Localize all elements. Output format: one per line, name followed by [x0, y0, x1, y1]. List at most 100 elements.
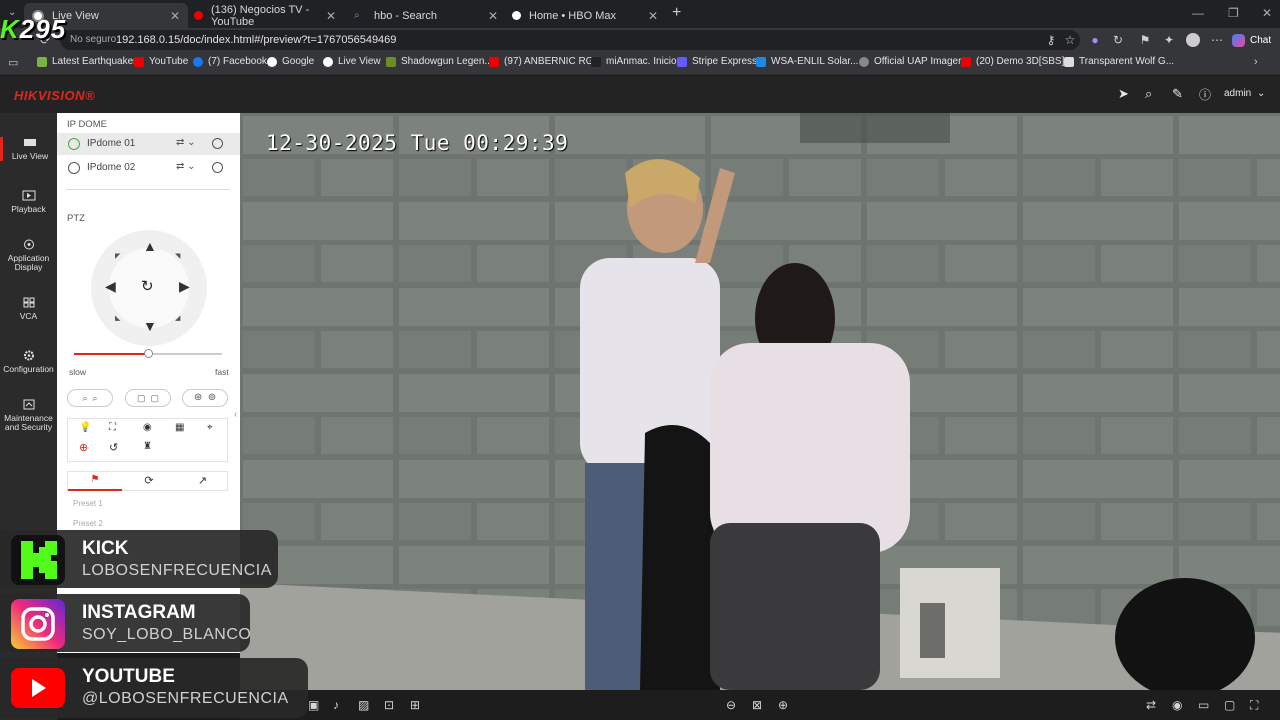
more-menu-icon[interactable]: ⋯: [1210, 33, 1224, 47]
iris-control[interactable]: ⊛ ⊚: [182, 389, 228, 407]
window-close-all-icon[interactable]: ⊠: [752, 698, 762, 712]
tab-patrol-icon[interactable]: ⟳: [122, 472, 176, 490]
close-tab-icon[interactable]: ✕: [326, 9, 336, 23]
bookmark-item[interactable]: miAnmac. Inicio: [591, 56, 677, 67]
minimize-window-icon[interactable]: —: [1192, 6, 1204, 20]
menu-grid-icon[interactable]: ▦: [175, 422, 184, 433]
aspect-ratio-icon[interactable]: ▭: [1198, 698, 1209, 712]
address-bar[interactable]: No seguro 192.168.0.15/doc/index.html#/p…: [60, 30, 1080, 50]
park-icon[interactable]: ♜: [143, 441, 152, 452]
tools-icon[interactable]: ✎: [1172, 86, 1183, 102]
fullscreen-icon[interactable]: ⛶: [1250, 698, 1258, 713]
ptz-auto-icon[interactable]: ↻: [141, 277, 154, 295]
wiper-icon[interactable]: ⛶: [109, 422, 116, 433]
speed-slider-knob[interactable]: [144, 349, 153, 358]
close-tab-icon[interactable]: ✕: [488, 9, 498, 23]
light-icon[interactable]: 💡: [79, 422, 91, 433]
bookmark-item[interactable]: Transparent Wolf G...: [1064, 56, 1174, 67]
bookmark-item[interactable]: Live View: [323, 56, 381, 67]
camera-item-ipdome-01[interactable]: IPdome 01 ⇄ ⌄: [57, 133, 240, 155]
record-icon[interactable]: [212, 162, 223, 173]
region-exposure-icon[interactable]: ⊞: [410, 698, 420, 712]
nav-item-playback[interactable]: Playback: [0, 190, 57, 214]
browser-tab-youtube[interactable]: (136) Negocios TV - YouTube ✕: [186, 3, 344, 28]
tab-pattern-icon[interactable]: ↗: [176, 472, 229, 490]
preset-item[interactable]: Preset 1: [73, 499, 103, 508]
stream-select-icon[interactable]: ⇄ ⌄: [176, 161, 196, 172]
nav-item-configuration[interactable]: Configuration: [0, 350, 57, 374]
nav-item-application-display[interactable]: Application Display: [0, 239, 57, 272]
zoom-out-icon[interactable]: ⌕: [82, 393, 87, 403]
zoom-control[interactable]: ⌕ ⌕: [67, 389, 113, 407]
search-icon[interactable]: ⌕: [1145, 86, 1152, 102]
record-all-icon[interactable]: ◉: [1172, 698, 1182, 712]
window-split-icon[interactable]: ▢: [1224, 698, 1235, 712]
previous-page-icon[interactable]: ⊖: [726, 698, 736, 712]
close-window-icon[interactable]: ✕: [1262, 6, 1272, 20]
collections-icon[interactable]: ✦: [1162, 33, 1176, 47]
bookmark-item[interactable]: (7) Facebook: [193, 56, 267, 67]
bookmark-item[interactable]: (20) Demo 3D[SBS]...: [961, 56, 1073, 67]
region-focus-icon[interactable]: ⊡: [384, 698, 394, 712]
ptz-up-right-icon[interactable]: ◥: [175, 252, 180, 260]
stream-select-icon[interactable]: ⇄ ⌄: [176, 137, 196, 148]
tab-preset-flag-icon[interactable]: ⚑: [68, 471, 122, 491]
bookmark-item[interactable]: Latest Earthquakes: [37, 56, 138, 67]
ptz-down-right-icon[interactable]: ◢: [175, 314, 180, 322]
microphone-icon[interactable]: ♪: [333, 698, 339, 712]
ptz-right-icon[interactable]: ▶: [179, 278, 190, 295]
speed-slider[interactable]: [74, 349, 222, 358]
sync-icon[interactable]: ↻: [1111, 33, 1125, 47]
camera-item-ipdome-02[interactable]: IPdome 02 ⇄ ⌄: [57, 157, 240, 179]
ptz-joystick[interactable]: ▲ ▼ ◀ ▶ ◤ ◥ ◣ ◢ ↻: [91, 230, 207, 346]
nav-item-maintenance[interactable]: Maintenance and Security: [0, 399, 57, 432]
collapse-panel-icon[interactable]: ‹: [234, 409, 237, 420]
bookmark-item[interactable]: (97) ANBERNIC RG...: [489, 56, 602, 67]
sidebar-toggle-icon[interactable]: ▭: [8, 56, 18, 69]
profile-avatar-icon[interactable]: [1186, 33, 1200, 47]
picture-icon[interactable]: ▨: [358, 698, 369, 712]
browser-tab-hbo-max[interactable]: Home • HBO Max ✕: [504, 3, 666, 28]
favorites-icon[interactable]: ⚑: [1138, 33, 1152, 47]
extension-icon[interactable]: ●: [1088, 33, 1102, 47]
bookmark-item[interactable]: Google: [267, 56, 314, 67]
copilot-chat-button[interactable]: Chat: [1232, 31, 1271, 49]
close-tab-icon[interactable]: ✕: [648, 9, 658, 23]
lens-init-icon[interactable]: ↺: [109, 441, 118, 454]
capture-icon[interactable]: ▣: [308, 698, 319, 712]
chevron-right-icon[interactable]: ›: [1254, 56, 1258, 68]
zoom-in-icon[interactable]: ⌕: [93, 393, 98, 403]
send-icon[interactable]: ➤: [1118, 86, 1129, 102]
new-tab-icon[interactable]: +: [672, 4, 681, 22]
browser-tab-hbo-search[interactable]: ⌕ hbo - Search ✕: [346, 3, 506, 28]
stream-type-icon[interactable]: ⇄: [1146, 698, 1156, 712]
iris-close-icon[interactable]: ⊛: [194, 392, 202, 403]
restore-window-icon[interactable]: ❐: [1228, 6, 1239, 20]
live-video-feed[interactable]: 12-30-2025 Tue 00:29:39: [240, 113, 1280, 690]
key-icon[interactable]: ⚷: [1044, 33, 1058, 47]
preset-item[interactable]: Preset 2: [73, 519, 103, 528]
security-label[interactable]: No seguro: [70, 30, 116, 50]
ptz-left-icon[interactable]: ◀: [105, 278, 116, 295]
zoom-3d-icon[interactable]: ⊕: [79, 441, 88, 454]
ptz-down-icon[interactable]: ▼: [143, 318, 157, 334]
bookmark-item[interactable]: Stripe Express: [677, 56, 757, 67]
focus-near-icon[interactable]: ▢: [137, 393, 146, 403]
ptz-up-icon[interactable]: ▲: [143, 238, 157, 254]
bookmark-star-icon[interactable]: ☆: [1063, 33, 1077, 47]
ptz-up-left-icon[interactable]: ◤: [115, 252, 120, 260]
iris-open-icon[interactable]: ⊚: [208, 392, 216, 403]
user-menu[interactable]: admin ⌄: [1224, 88, 1265, 99]
bookmark-item[interactable]: Shadowgun Legen...: [386, 56, 493, 67]
auto-focus-icon[interactable]: ◉: [143, 422, 152, 433]
nav-item-vca[interactable]: VCA: [0, 297, 57, 321]
info-icon[interactable]: ⓘ: [1199, 86, 1211, 103]
nav-item-live-view[interactable]: Live View: [0, 137, 57, 161]
bookmark-item[interactable]: WSA-ENLIL Solar...: [756, 56, 858, 67]
focus-control[interactable]: ▢ ▢: [125, 389, 171, 407]
focus-far-icon[interactable]: ▢: [151, 393, 160, 403]
bookmark-item[interactable]: Official UAP Imagery: [859, 56, 966, 67]
record-icon[interactable]: [212, 138, 223, 149]
close-tab-icon[interactable]: ✕: [170, 9, 180, 23]
bookmark-item[interactable]: YouTube: [134, 56, 188, 67]
